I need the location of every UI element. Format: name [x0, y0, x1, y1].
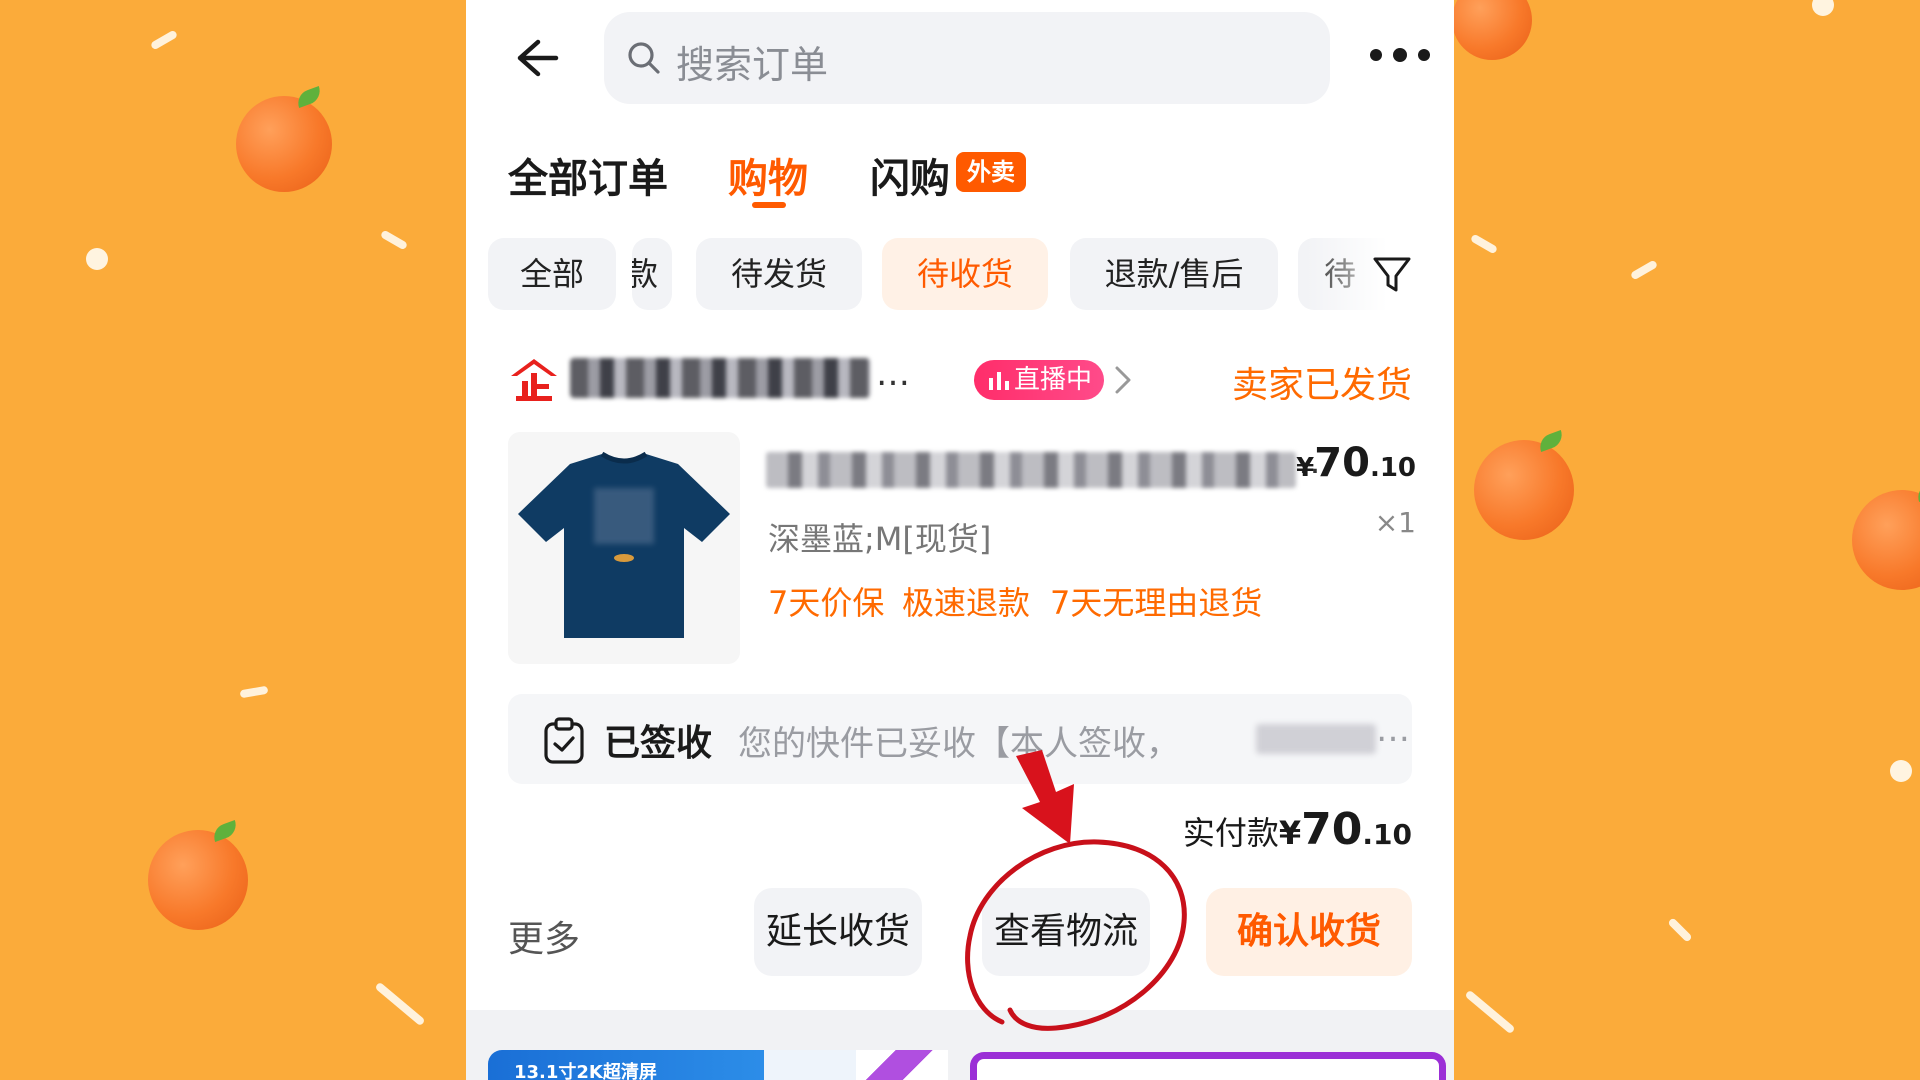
status-filter-chips: 全部 款 待发货 待收货 退款/售后 待	[466, 238, 1454, 314]
chip-refund-aftersale[interactable]: 退款/售后	[1070, 238, 1278, 310]
search-placeholder: 搜索订单	[676, 43, 829, 87]
ad-banner-right[interactable]	[970, 1052, 1446, 1080]
search-icon	[628, 42, 660, 74]
tshirt-image	[518, 451, 730, 638]
ad-corner-ribbon	[856, 1050, 948, 1080]
price-decimal: .10	[1369, 453, 1416, 483]
paid-currency: ¥	[1278, 814, 1302, 852]
chip-pending-payment[interactable]: 款	[632, 238, 672, 310]
store-row[interactable]: … 直播中 卖家已发货	[466, 350, 1454, 410]
logistics-message: 您的快件已妥收【本人签收，	[738, 724, 1180, 764]
top-bar: 搜索订单	[466, 0, 1454, 110]
logistics-ellipsis: …	[1376, 710, 1410, 750]
search-input[interactable]: 搜索订单	[604, 12, 1330, 104]
product-item[interactable]: … ¥70.10 ×1 深墨蓝;M[现货] 7天价保 极速退款 7天无理由退货	[466, 432, 1454, 672]
confirm-receipt-button[interactable]: 确认收货	[1206, 888, 1412, 976]
logistics-redacted	[1256, 724, 1376, 754]
logistics-status-bar[interactable]: 已签收 您的快件已妥收【本人签收， …	[508, 694, 1412, 784]
clipboard-check-icon	[544, 717, 584, 764]
live-badge[interactable]: 直播中	[974, 360, 1104, 400]
paid-main: 70	[1301, 804, 1363, 855]
back-arrow-icon[interactable]	[508, 30, 564, 86]
extend-receipt-button[interactable]: 延长收货	[754, 888, 922, 976]
filter-icon[interactable]	[1370, 252, 1414, 296]
product-sku: 深墨蓝;M[现货]	[768, 520, 992, 558]
price-currency: ¥	[1296, 453, 1315, 483]
paid-decimal: .10	[1362, 818, 1412, 851]
price-main: 70	[1314, 440, 1370, 486]
service-tag-free-return: 7天无理由退货	[1050, 584, 1263, 622]
paid-amount: 实付款¥70.10	[1183, 804, 1412, 855]
service-tag-price-protect: 7天价保	[768, 584, 885, 622]
logistics-status: 已签收	[604, 723, 713, 764]
store-icon	[511, 359, 557, 401]
more-dots-icon[interactable]	[1366, 30, 1436, 80]
service-tag-fast-refund: 极速退款	[902, 584, 1031, 622]
paid-label: 实付款	[1182, 814, 1279, 852]
annotation-circle	[965, 839, 1187, 1031]
chip-all[interactable]: 全部	[488, 238, 616, 310]
active-tab-indicator	[752, 202, 786, 208]
product-price: ¥70.10	[1296, 440, 1416, 486]
live-badge-label: 直播中	[1014, 365, 1093, 395]
product-thumbnail[interactable]	[508, 432, 740, 664]
tab-all-orders[interactable]: 全部订单	[508, 146, 668, 204]
tab-shopping[interactable]: 购物	[728, 146, 808, 204]
product-title-redacted	[766, 452, 1296, 488]
order-status: 卖家已发货	[1231, 365, 1412, 406]
chip-pending-shipment[interactable]: 待发货	[696, 238, 862, 310]
more-actions-link[interactable]: 更多	[508, 910, 580, 962]
store-name-redacted	[570, 358, 870, 398]
chip-pending-receipt[interactable]: 待收货	[882, 238, 1048, 310]
order-tabs: 全部订单 购物 闪购 外卖	[466, 140, 1454, 210]
product-quantity: ×1	[1374, 506, 1416, 539]
takeout-badge: 外卖	[956, 152, 1026, 192]
chevron-right-icon[interactable]	[1112, 364, 1134, 396]
tab-flash[interactable]: 闪购	[870, 146, 950, 204]
ad-banner-text: 13.1寸2K超清屏	[514, 1062, 657, 1080]
live-bars-icon	[989, 372, 1009, 390]
store-name-ellipsis: …	[876, 354, 910, 394]
